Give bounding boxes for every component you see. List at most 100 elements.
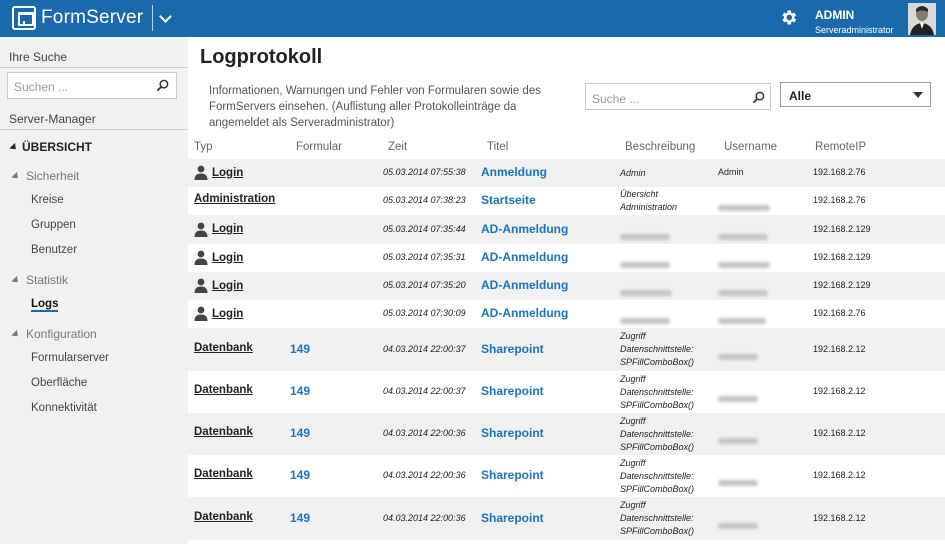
table-row[interactable]: Login 05.03.2014 07:55:38 Anmeldung Admin Ad… [188, 159, 945, 187]
log-title-link[interactable]: AD-Anmeldung [481, 306, 568, 320]
log-type-link[interactable]: Administration [194, 193, 275, 205]
user-menu[interactable]: ADMIN Serveradministrator [815, 8, 894, 35]
chevron-down-icon[interactable] [159, 11, 173, 25]
sidebar: Ihre Suche Suchen ... Server-Manager ÜBE… [0, 37, 188, 544]
table-row[interactable]: Datenbank 149 04.03.2014 22:00:37 Sharepoin… [188, 371, 945, 413]
user-icon [194, 306, 208, 321]
log-search-input[interactable]: Suche ... [585, 83, 771, 110]
sidebar-item-formularserver[interactable]: Formularserver [31, 352, 109, 364]
log-type-link[interactable]: Login [194, 165, 243, 180]
log-title-link[interactable]: Sharepoint [481, 426, 544, 440]
user-icon [194, 222, 208, 237]
log-type-label: Datenbank [194, 384, 253, 396]
log-title-link[interactable]: Sharepoint [481, 342, 544, 356]
log-title-link[interactable]: Sharepoint [481, 511, 544, 525]
form-id-link[interactable]: 149 [290, 342, 310, 356]
sidebar-item-overview[interactable]: ÜBERSICHT [9, 140, 93, 154]
table-row[interactable]: Datenbank 149 04.03.2014 22:00:36 Sharepoin… [188, 455, 945, 497]
log-time: 05.03.2014 07:35:31 [383, 252, 466, 262]
log-remote-ip: 192.168.2.76 [813, 167, 866, 177]
log-type-link[interactable]: Datenbank [194, 468, 253, 480]
app-logo[interactable]: FormServer [12, 5, 173, 31]
log-type-link[interactable]: Login [194, 278, 243, 293]
log-type-label: Datenbank [194, 426, 253, 438]
redacted-username [718, 347, 758, 365]
log-title-link[interactable]: AD-Anmeldung [481, 278, 568, 292]
log-remote-ip: 192.168.2.12 [813, 470, 866, 480]
log-title-link[interactable]: Anmeldung [481, 165, 547, 179]
sidebar-group-statistics[interactable]: Statistik [11, 273, 69, 287]
log-type-label: Login [212, 166, 244, 179]
log-title-link[interactable]: Sharepoint [481, 384, 544, 398]
table-row[interactable]: Login 05.03.2014 07:30:09 AD-Anmeldung 192.… [188, 300, 945, 328]
form-id-link[interactable]: 149 [290, 511, 310, 525]
redacted-username [718, 516, 758, 534]
column-header-titel[interactable]: Titel [487, 141, 508, 153]
table-row[interactable]: Login 05.03.2014 07:35:20 AD-Anmeldung 192.… [188, 272, 945, 300]
table-row[interactable]: Datenbank 149 04.03.2014 22:00:37 Sharepoin… [188, 328, 945, 371]
log-description: Übersicht Administration [620, 189, 678, 212]
table-row[interactable]: Datenbank 149 04.03.2014 22:00:36 Sharepoin… [188, 497, 945, 540]
app-name: FormServer [41, 7, 144, 28]
log-title-link[interactable]: AD-Anmeldung [481, 250, 568, 264]
log-type-link[interactable]: Datenbank [194, 342, 253, 354]
log-filter-select[interactable]: Alle [780, 82, 931, 107]
sidebar-item-logs[interactable]: Logs [31, 298, 59, 312]
log-time: 05.03.2014 07:38:23 [383, 195, 466, 205]
table-row[interactable]: Login 05.03.2014 07:35:31 AD-Anmeldung 192.… [188, 244, 945, 272]
column-header-beschreibung[interactable]: Beschreibung [625, 141, 695, 153]
form-id-link[interactable]: 149 [290, 426, 310, 440]
search-icon[interactable] [752, 91, 765, 104]
table-row[interactable]: Login 05.03.2014 07:35:44 AD-Anmeldung 192.… [188, 215, 945, 244]
log-remote-ip: 192.168.2.76 [813, 308, 866, 318]
log-type-link[interactable]: Login [194, 222, 243, 237]
log-title-link[interactable]: AD-Anmeldung [481, 222, 568, 236]
log-type-label: Login [212, 279, 244, 292]
table-row[interactable]: Datenbank 149 04.03.2014 22:00:36 Sharepoin… [188, 413, 945, 455]
log-time: 05.03.2014 07:55:38 [383, 167, 466, 177]
log-type-link[interactable]: Login [194, 306, 243, 321]
search-section-title: Ihre Suche [9, 50, 68, 64]
sidebar-group-label: Statistik [26, 273, 69, 287]
log-title-link[interactable]: Startseite [481, 193, 536, 207]
log-type-link[interactable]: Datenbank [194, 511, 253, 523]
log-type-label: Login [212, 223, 244, 235]
sidebar-group-security[interactable]: Sicherheit [11, 169, 79, 183]
log-type-link[interactable]: Login [194, 250, 243, 265]
log-type-link[interactable]: Datenbank [194, 384, 253, 396]
redacted-description [620, 227, 670, 245]
column-header-typ[interactable]: Typ [194, 141, 213, 153]
log-title-link[interactable]: Sharepoint [481, 468, 544, 482]
log-type-label: Datenbank [194, 468, 253, 480]
log-remote-ip: 192.168.2.76 [813, 195, 866, 205]
log-time: 05.03.2014 07:35:20 [383, 280, 466, 290]
column-header-remoteip[interactable]: RemoteIP [815, 141, 866, 153]
redacted-description [620, 255, 670, 273]
form-id-link[interactable]: 149 [290, 468, 310, 482]
column-header-zeit[interactable]: Zeit [388, 141, 407, 153]
log-type-link[interactable]: Datenbank [194, 426, 253, 438]
sidebar-search-input[interactable]: Suchen ... [7, 72, 177, 99]
redacted-username [718, 227, 768, 245]
sidebar-item-benutzer[interactable]: Benutzer [31, 244, 77, 256]
redacted-username [718, 431, 758, 449]
gear-icon[interactable] [779, 8, 798, 27]
divider [0, 67, 188, 68]
sidebar-item-kreise[interactable]: Kreise [31, 194, 64, 206]
user-icon [194, 250, 208, 265]
column-header-formular[interactable]: Formular [296, 141, 342, 153]
table-row[interactable]: Administration 05.03.2014 07:38:23 Startse… [188, 187, 945, 215]
form-id-link[interactable]: 149 [290, 384, 310, 398]
sidebar-item-konnektivitaet[interactable]: Konnektivität [31, 402, 97, 414]
user-role: Serveradministrator [815, 25, 894, 35]
log-description: Zugriff Datenschnittstelle: SPFillComboB… [620, 374, 695, 410]
avatar[interactable] [908, 3, 936, 35]
sidebar-item-oberflaeche[interactable]: Oberfläche [31, 377, 87, 389]
sidebar-item-label: ÜBERSICHT [22, 140, 93, 154]
sidebar-group-configuration[interactable]: Konfiguration [11, 327, 97, 341]
column-header-username[interactable]: Username [724, 141, 777, 153]
log-description: Zugriff Datenschnittstelle: SPFillComboB… [620, 500, 695, 536]
search-icon[interactable] [156, 79, 169, 92]
sidebar-item-gruppen[interactable]: Gruppen [31, 219, 76, 231]
log-search-placeholder: Suche ... [592, 92, 640, 106]
